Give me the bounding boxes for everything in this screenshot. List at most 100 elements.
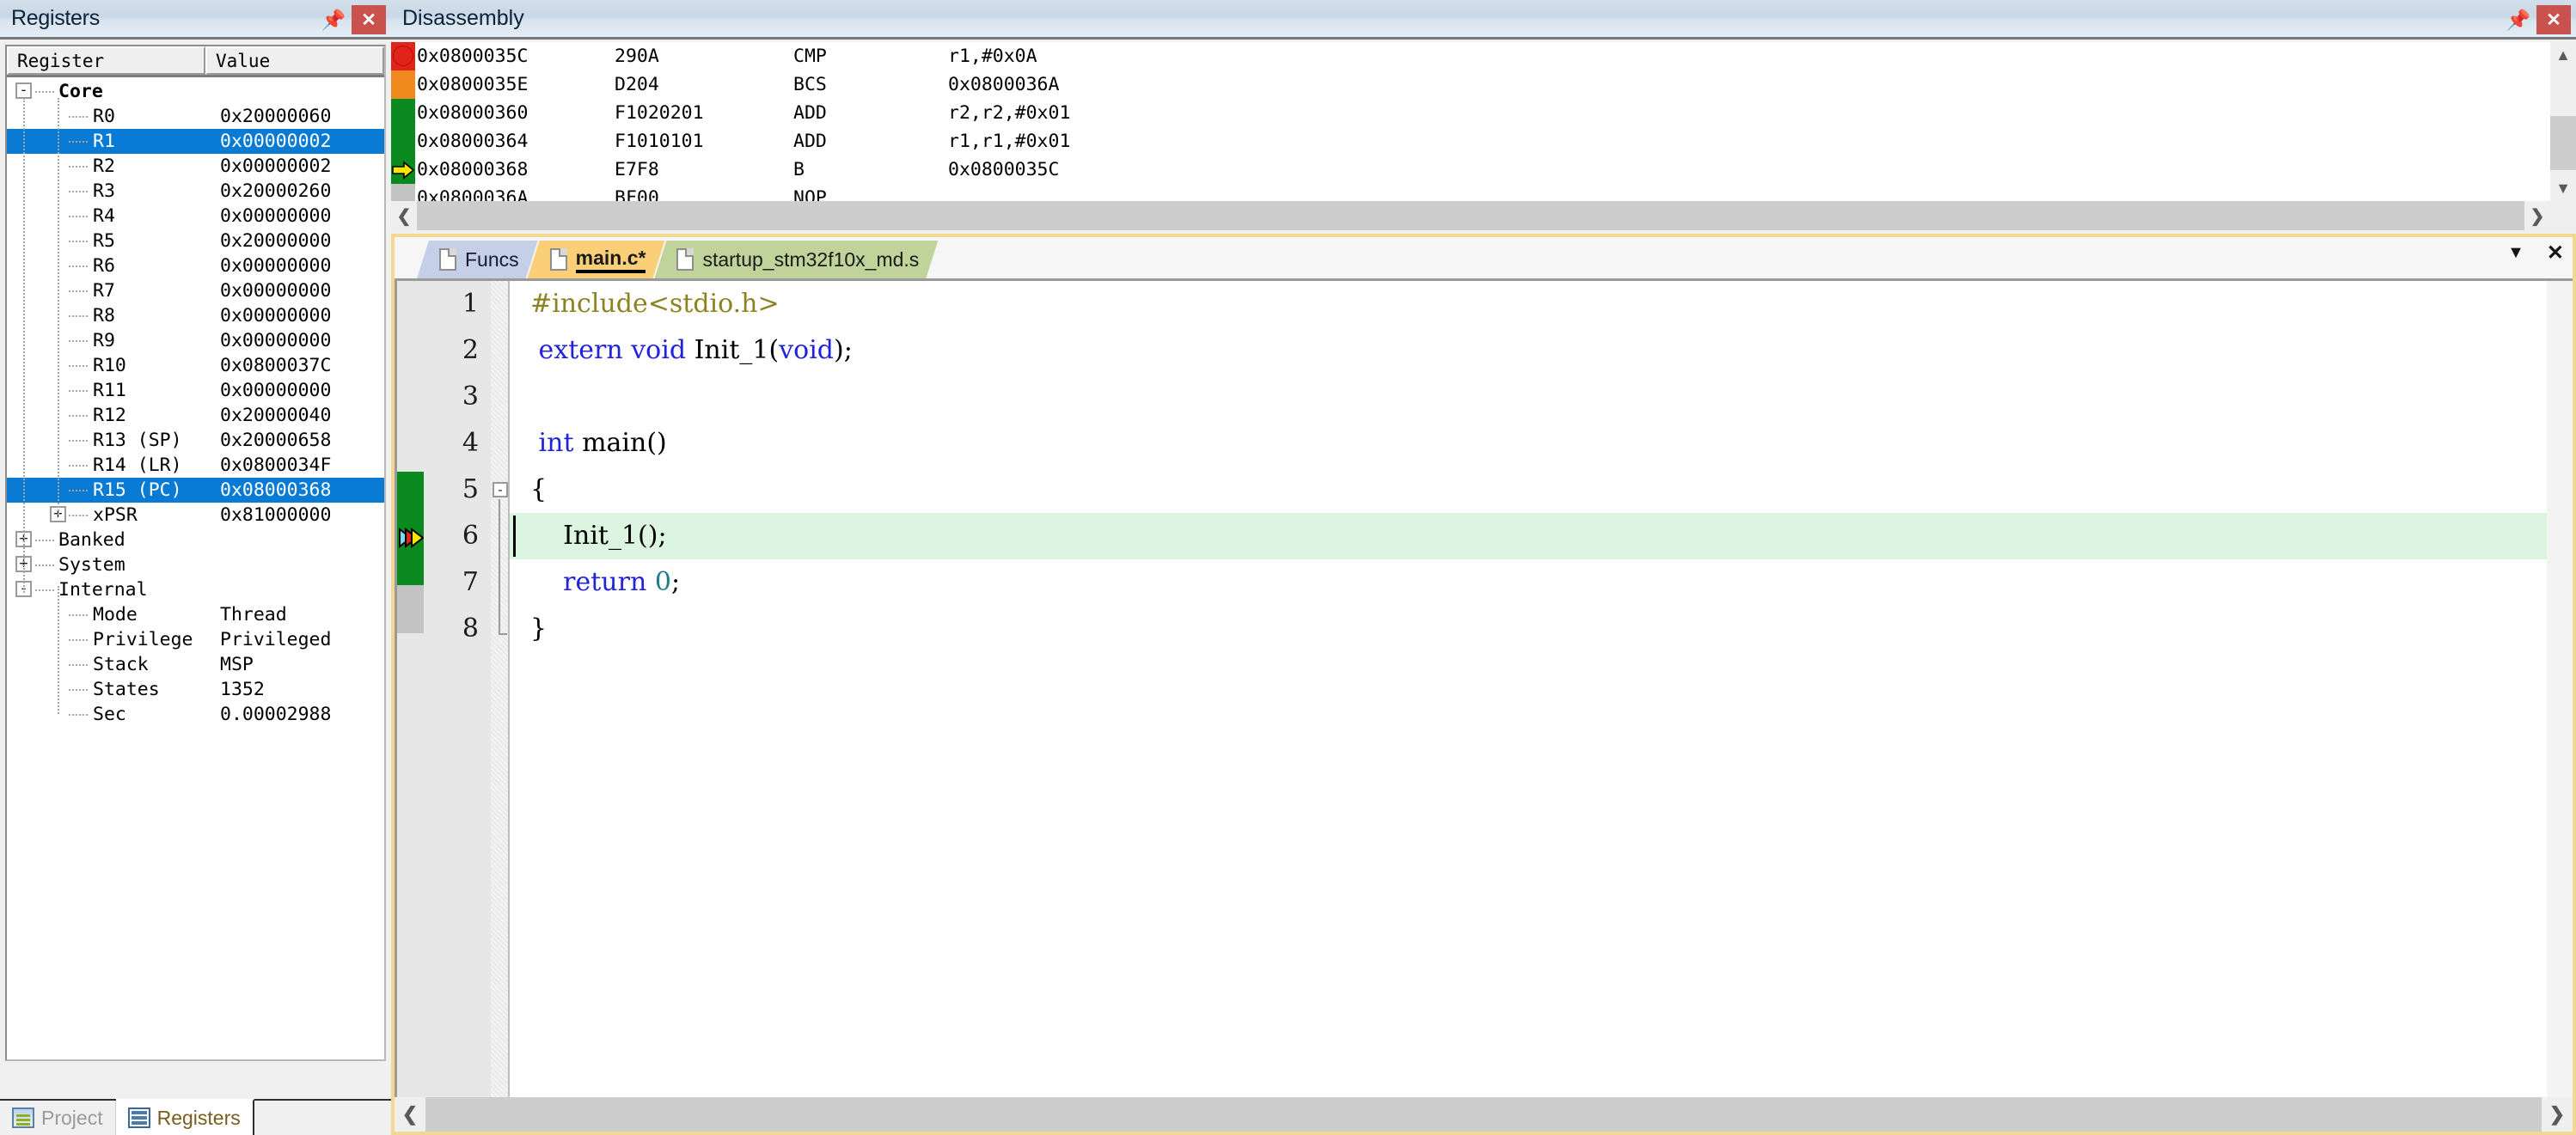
column-header-value[interactable]: Value (205, 46, 384, 75)
chevron-down-icon[interactable]: ▼ (2507, 243, 2524, 263)
editor-code-line[interactable]: int main() (510, 420, 2547, 467)
chevron-left-icon[interactable]: ❮ (395, 1097, 425, 1132)
register-row[interactable]: + xPSR 0x81000000 (7, 503, 384, 528)
register-row[interactable]: R5 0x20000000 (7, 229, 384, 253)
editor-breakpoint-margin[interactable] (395, 281, 426, 1097)
register-row[interactable]: R15 (PC) 0x08000368 (7, 478, 384, 503)
editor-code-line[interactable]: } (510, 606, 2547, 652)
column-header-register[interactable]: Register (7, 46, 205, 75)
register-row[interactable]: - Core (7, 79, 384, 104)
close-icon[interactable]: ✕ (2547, 241, 2564, 265)
dock-tab-project[interactable]: Project (0, 1101, 116, 1135)
register-value[interactable]: 0x20000040 (220, 405, 331, 426)
disassembly-row[interactable]: 0x08000368 E7F8 B 0x0800035C (415, 156, 2550, 184)
register-row[interactable]: R2 0x00000002 (7, 154, 384, 179)
register-value[interactable]: 0x00000000 (220, 280, 331, 302)
register-value[interactable]: 0x20000060 (220, 106, 331, 127)
editor-code-line[interactable]: { (510, 467, 2547, 513)
editor-tab-startup-asm[interactable]: startup_stm32f10x_md.s (654, 241, 938, 278)
register-row[interactable]: Privilege Privileged (7, 627, 384, 652)
register-value[interactable]: MSP (220, 654, 254, 675)
editor-code-line[interactable]: #include<stdio.h> (510, 281, 2547, 327)
register-row[interactable]: R13 (SP) 0x20000658 (7, 428, 384, 453)
fold-collapse-icon[interactable]: - (493, 482, 508, 497)
register-row[interactable]: States 1352 (7, 677, 384, 702)
tree-collapse-icon[interactable]: - (15, 82, 32, 99)
disassembly-opcode: 290A (615, 46, 659, 67)
register-row[interactable]: R8 0x00000000 (7, 303, 384, 328)
register-value[interactable]: 0x20000658 (220, 430, 331, 451)
disassembly-gutter-segment[interactable] (391, 70, 415, 99)
disassembly-gutter[interactable] (391, 42, 415, 212)
register-value[interactable]: 0x0800037C (220, 355, 331, 376)
register-row[interactable]: Mode Thread (7, 602, 384, 627)
register-value[interactable]: 0x08000368 (220, 479, 331, 501)
register-row[interactable]: Stack MSP (7, 652, 384, 677)
close-icon[interactable]: ✕ (2536, 5, 2571, 34)
pin-icon[interactable]: 📌 (319, 5, 348, 34)
register-row[interactable]: + Banked (7, 528, 384, 552)
scrollbar-thumb[interactable] (417, 201, 2524, 230)
register-row[interactable]: R7 0x00000000 (7, 278, 384, 303)
register-value[interactable]: 0x0800034F (220, 455, 331, 476)
editor-vertical-scrollbar[interactable] (2547, 281, 2573, 1097)
close-icon[interactable]: ✕ (352, 5, 386, 34)
editor-code-line[interactable]: extern void Init_1(void); (510, 327, 2547, 374)
disassembly-row[interactable]: 0x08000364 F1010101 ADD r1,r1,#0x01 (415, 127, 2550, 156)
scrollbar-thumb[interactable] (425, 1097, 2542, 1132)
dock-tab-registers[interactable]: Registers (115, 1099, 254, 1135)
register-value[interactable]: 0x00000002 (220, 131, 331, 152)
register-value[interactable]: 0x00000002 (220, 156, 331, 177)
disassembly-horizontal-scrollbar[interactable]: ❮ ❯ (391, 201, 2550, 230)
register-row[interactable]: R9 0x00000000 (7, 328, 384, 353)
register-row[interactable]: R14 (LR) 0x0800034F (7, 453, 384, 478)
disassembly-listing[interactable]: 0x0800035C 290A CMP r1,#0x0A 0x0800035E D204 B… (415, 42, 2550, 201)
editor-code-line[interactable] (510, 374, 2547, 420)
register-row[interactable]: R6 0x00000000 (7, 253, 384, 278)
disassembly-row[interactable]: 0x08000360 F1020201 ADD r2,r2,#0x01 (415, 99, 2550, 127)
register-value[interactable]: 0x00000000 (220, 305, 331, 326)
register-value[interactable]: 0x20000260 (220, 180, 331, 202)
register-value[interactable]: 1352 (220, 679, 265, 700)
disassembly-row[interactable]: 0x0800035E D204 BCS 0x0800036A (415, 70, 2550, 99)
pin-icon[interactable]: 📌 (2504, 5, 2533, 34)
register-row[interactable]: R4 0x00000000 (7, 204, 384, 229)
register-row[interactable]: R3 0x20000260 (7, 179, 384, 204)
register-row[interactable]: R0 0x20000060 (7, 104, 384, 129)
register-row[interactable]: - Internal (7, 577, 384, 602)
register-value[interactable]: 0x00000000 (220, 255, 331, 277)
editor-tab-main-c[interactable]: main.c* (528, 241, 665, 278)
disassembly-row[interactable]: 0x0800036A BF00 NOP (415, 184, 2550, 201)
chevron-up-icon[interactable]: ▲ (2550, 42, 2576, 68)
register-value[interactable]: 0x81000000 (220, 504, 331, 526)
register-value[interactable]: Thread (220, 604, 287, 625)
editor-code-line[interactable]: Init_1(); (510, 513, 2547, 559)
register-value[interactable]: 0x00000000 (220, 380, 331, 401)
disassembly-vertical-scrollbar[interactable]: ▲ ▼ (2550, 42, 2576, 201)
disassembly-gutter-segment[interactable] (391, 127, 415, 156)
register-row[interactable]: R10 0x0800037C (7, 353, 384, 378)
scrollbar-thumb[interactable] (2550, 116, 2576, 170)
register-value[interactable]: 0.00002988 (220, 704, 331, 725)
editor-code-area[interactable]: #include<stdio.h> extern void Init_1(voi… (510, 281, 2547, 1097)
editor-tab-funcs[interactable]: Funcs (417, 241, 538, 278)
register-row[interactable]: + System (7, 552, 384, 577)
register-value[interactable]: Privileged (220, 629, 331, 650)
chevron-right-icon[interactable]: ❯ (2542, 1097, 2573, 1132)
register-value[interactable]: 0x00000000 (220, 205, 331, 227)
editor-horizontal-scrollbar[interactable]: ❮ ❯ (395, 1097, 2573, 1132)
chevron-down-icon[interactable]: ▼ (2550, 175, 2576, 201)
register-row[interactable]: Sec 0.00002988 (7, 702, 384, 727)
editor-fold-margin[interactable]: - (491, 281, 510, 1097)
register-row[interactable]: R1 0x00000002 (7, 129, 384, 154)
breakpoint-icon[interactable] (393, 46, 413, 66)
disassembly-row[interactable]: 0x0800035C 290A CMP r1,#0x0A (415, 42, 2550, 70)
register-row[interactable]: R11 0x00000000 (7, 378, 384, 403)
disassembly-gutter-segment[interactable] (391, 99, 415, 127)
editor-code-line[interactable]: return 0; (510, 559, 2547, 606)
chevron-right-icon[interactable]: ❯ (2524, 201, 2550, 230)
register-value[interactable]: 0x20000000 (220, 230, 331, 252)
chevron-left-icon[interactable]: ❮ (391, 201, 417, 230)
register-row[interactable]: R12 0x20000040 (7, 403, 384, 428)
register-value[interactable]: 0x00000000 (220, 330, 331, 351)
